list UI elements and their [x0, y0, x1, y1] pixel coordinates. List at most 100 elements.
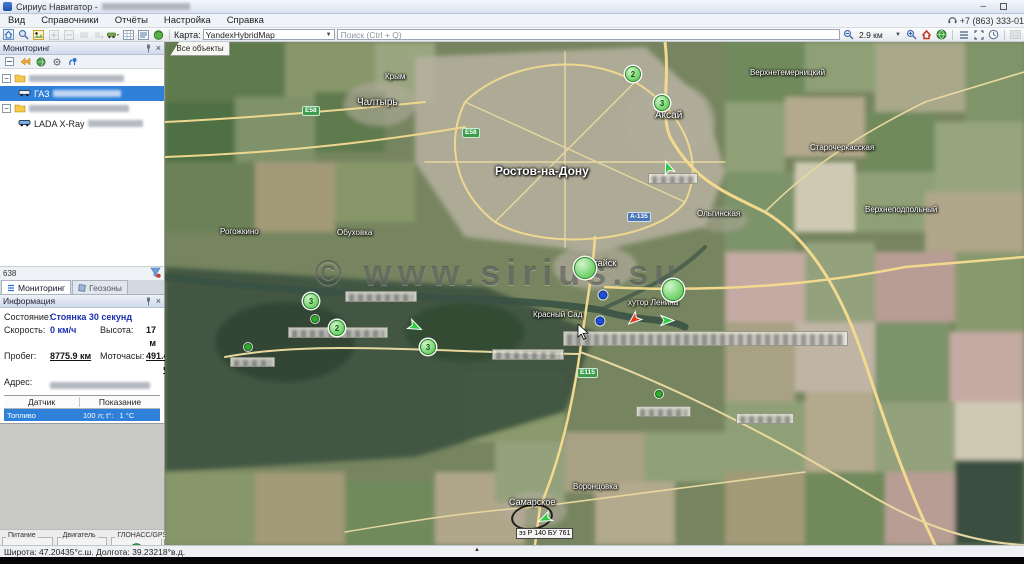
close-icon[interactable]: × [156, 296, 161, 306]
image-icon[interactable] [32, 29, 45, 41]
tree-vehicle-row[interactable]: LADA X-Ray [0, 116, 164, 131]
sensor-table-row[interactable]: Топливо100 л; t°: 1 °C [4, 409, 160, 421]
vehicle-menu-icon[interactable] [107, 29, 120, 41]
info-panel-body: Состояние: Стоянка 30 секунд Скорость: 0… [0, 308, 164, 423]
vehicle-name-label-redacted[interactable] [345, 291, 417, 302]
support-phone-number: +7 (863) 333-01 [960, 16, 1024, 26]
address-label: Адрес: [4, 376, 50, 392]
coordinates-readout: Широта: 47.20435°с.ш. Долгота: 39.23218°… [4, 547, 185, 557]
shop-icon[interactable] [152, 29, 165, 41]
speed-label: Скорость: [4, 324, 50, 350]
tab-geozones[interactable]: Геозоны [72, 280, 128, 294]
minimize-button[interactable]: – [980, 3, 986, 11]
tree-expander-icon[interactable]: − [2, 104, 11, 113]
chevron-down-icon: ▼ [895, 32, 901, 38]
vehicle-point-marker[interactable] [244, 343, 252, 351]
menu-item[interactable]: Настройка [156, 15, 219, 26]
clear-selection-icon[interactable] [92, 29, 105, 41]
sensor-name: Топливо [4, 411, 80, 420]
support-phone: +7 (863) 333-01 [948, 16, 1024, 26]
power-gauge-title: Питание [6, 532, 38, 539]
map-view[interactable]: Все объекты © www.sirius.su Ростов-на-До… [165, 42, 1024, 545]
vehicle-cluster-marker[interactable]: 3 [654, 95, 670, 111]
map-provider-select[interactable]: YandexHybridMap ▼ [203, 29, 335, 40]
vehicle-name-label-redacted[interactable] [492, 349, 564, 360]
place-label: Красный Сад [533, 310, 582, 319]
vehicle-name-label-redacted[interactable] [563, 331, 848, 346]
vehicle-point-marker[interactable] [311, 315, 319, 323]
search-input[interactable]: Поиск (Ctrl + Q) [337, 29, 840, 40]
tree-vehicle-row[interactable]: ГАЗ [0, 86, 164, 101]
vehicle-point-marker[interactable] [655, 390, 663, 398]
left-dock-panel: Мониторинг × −ГАЗ−LADA X-Ray 638 Монитор… [0, 42, 165, 545]
tab-monitoring[interactable]: Мониторинг [1, 280, 71, 294]
vehicle-cluster-marker[interactable]: 3 [420, 339, 436, 355]
vehicle-cluster-marker[interactable]: 2 [625, 66, 641, 82]
go-home-icon[interactable] [920, 29, 933, 41]
zoom-in-icon[interactable] [905, 29, 918, 41]
history-clock-icon[interactable] [987, 29, 1000, 41]
state-label: Состояние: [4, 311, 50, 324]
vehicle-name-label-redacted[interactable] [230, 357, 275, 367]
tree-group-row[interactable]: − [0, 101, 164, 116]
follow-icon[interactable] [19, 56, 31, 67]
home-icon[interactable] [2, 29, 15, 41]
map-overlay: © www.sirius.su Ростов-на-ДонуЧалтырьКры… [165, 42, 1024, 545]
collapse-tree-icon[interactable] [62, 29, 75, 41]
pin-icon[interactable] [145, 297, 152, 306]
zoom-out-icon[interactable] [842, 29, 855, 41]
pin-icon[interactable] [145, 44, 152, 53]
vehicle-direction-arrow[interactable] [407, 319, 423, 340]
expand-tree-icon[interactable] [47, 29, 60, 41]
tree-expander-icon[interactable]: − [2, 74, 11, 83]
report-icon[interactable] [137, 29, 150, 41]
filter-funnel-icon[interactable] [150, 267, 161, 280]
sensor-col-header[interactable]: Датчик [4, 397, 80, 407]
fit-bounds-icon[interactable] [972, 29, 985, 41]
tree-group-row[interactable]: − [0, 71, 164, 86]
tree-item-redacted [53, 90, 121, 97]
poi-marker[interactable] [599, 291, 608, 300]
collapse-all-icon[interactable] [3, 56, 15, 67]
tracker-icon[interactable] [67, 56, 79, 67]
mileage-value[interactable]: 8775.9 км [50, 350, 100, 376]
search-icon[interactable] [17, 29, 30, 41]
select-all-icon[interactable] [77, 29, 90, 41]
menu-item[interactable]: Вид [0, 15, 33, 26]
map-scale-select[interactable]: 2.9 км ▼ [857, 29, 903, 40]
vehicle-name-label-redacted[interactable] [736, 413, 794, 424]
menu-item[interactable]: Справка [219, 15, 272, 26]
vehicle-cluster-marker[interactable] [574, 257, 596, 279]
place-label: Крым [385, 72, 405, 81]
poi-marker[interactable] [596, 317, 605, 326]
panel-empty-area [0, 423, 164, 529]
globe-icon[interactable] [935, 29, 948, 41]
toolbar-separator [169, 30, 170, 40]
vehicle-plate-label[interactable]: эз Р 140 БУ 761 [516, 528, 573, 539]
vehicle-name-label-redacted[interactable] [636, 406, 691, 417]
vehicle-cluster-marker[interactable] [662, 279, 684, 301]
menu-item[interactable]: Отчёты [107, 15, 156, 26]
vehicle-direction-arrow[interactable] [660, 160, 676, 181]
place-label: Ольгинская [697, 209, 740, 218]
mileage-label: Пробег: [4, 350, 50, 376]
grid-icon[interactable] [1009, 29, 1022, 41]
maximize-button[interactable] [1000, 3, 1007, 10]
info-panel-title: Информация [3, 296, 55, 306]
globe-small-icon[interactable] [35, 56, 47, 67]
statusbar-grip[interactable]: ▲ [474, 547, 480, 553]
reading-col-header[interactable]: Показание [80, 397, 160, 407]
address-value-redacted [50, 382, 150, 389]
folder-icon [14, 103, 26, 115]
vehicle-direction-arrow[interactable] [659, 313, 675, 334]
menu-item[interactable]: Справочники [33, 15, 107, 26]
state-value: Стоянка 30 секунд [50, 311, 160, 324]
list-icon[interactable] [957, 29, 970, 41]
vehicle-cluster-marker[interactable]: 2 [329, 320, 345, 336]
settings-gear-icon[interactable] [51, 56, 63, 67]
vehicle-cluster-marker[interactable]: 3 [303, 293, 319, 309]
table-icon[interactable] [122, 29, 135, 41]
place-label: Рогожкино [220, 227, 259, 236]
vehicle-direction-arrow-alert[interactable] [626, 312, 642, 333]
close-icon[interactable]: × [156, 43, 161, 53]
